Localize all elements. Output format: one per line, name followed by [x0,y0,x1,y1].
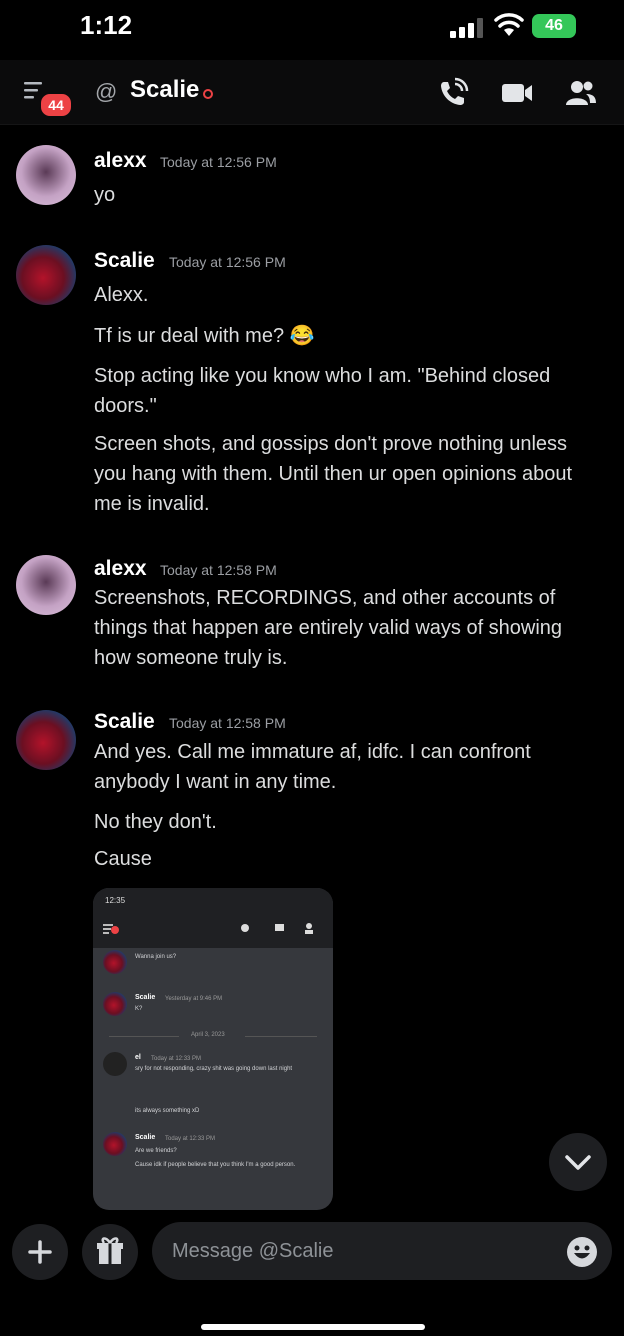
attachment-timestamp: Yesterday at 9:46 PM [165,996,223,1002]
attachment-username: Scalie [135,1134,156,1141]
attachment-text: Wanna join us? [135,954,177,960]
timestamp: Today at 12:58 PM [169,715,286,731]
attachment-text: its always something xD [135,1108,200,1114]
avatar[interactable] [16,555,76,615]
members-icon[interactable] [564,76,598,110]
attachment-date-divider: April 3, 2023 [191,1032,225,1038]
message-text: yo [94,184,116,206]
username[interactable]: alexx [94,557,147,581]
message-text: Stop acting like you know who I am. "Beh… [94,365,551,417]
dm-header: 44 @ Scalie [0,60,624,125]
gift-button[interactable] [82,1224,138,1280]
message-input[interactable] [152,1222,612,1280]
status-time: 1:12 [80,10,133,40]
attachment-divider [245,1036,317,1037]
avatar[interactable] [16,145,76,205]
attachment-username: Scalie [135,994,156,1001]
attachment-avatar [103,1052,127,1076]
attachment-text: K? [135,1006,143,1012]
timestamp: Today at 12:58 PM [160,562,277,578]
wifi-icon [494,13,524,36]
emoji-icon[interactable] [566,1236,598,1268]
video-call-icon[interactable] [500,76,534,110]
status-bar: 1:12 46 [0,0,624,56]
attachment-timestamp: Today at 12:33 PM [165,1136,216,1142]
attachment-text: Cause idk if people believe that you thi… [135,1162,296,1168]
username[interactable]: alexx [94,149,147,173]
channel-title[interactable]: Scalie [130,76,199,104]
battery-level: 46 [545,17,563,34]
image-attachment[interactable]: 12:35 Wanna join us? Scalie Yesterday at… [93,888,333,1210]
message-composer [0,1216,624,1288]
message-text: Alexx. [94,284,149,306]
attachment-timestamp: Today at 12:33 PM [151,1056,202,1062]
menu-button[interactable]: 44 [24,78,73,118]
dnd-status-icon [203,89,213,99]
message-text: And yes. Call me immature af, idfc. I ca… [94,741,531,793]
timestamp: Today at 12:56 PM [160,154,277,170]
attachment-avatar [103,1132,127,1156]
cellular-signal-icon [450,18,483,38]
attachment-avatar [103,992,127,1016]
avatar[interactable] [16,245,76,305]
unread-badge: 44 [39,92,73,118]
attachment-header: 12:35 [93,888,333,948]
avatar[interactable] [16,710,76,770]
message-text: Cause [94,848,152,870]
gift-icon [97,1237,123,1264]
attachment-username: el [135,1054,141,1061]
message-text: No they don't. [94,811,217,833]
attachment-text: sry for not responding, crazy shit was g… [135,1066,293,1072]
message-text: Screenshots, RECORDINGS, and other accou… [94,587,563,669]
chevron-down-icon [565,1155,591,1170]
plus-icon [28,1240,52,1264]
voice-call-icon[interactable] [436,76,470,110]
at-icon: @ [95,79,118,104]
attachment-divider [109,1036,179,1037]
message-text: Tf is ur deal with me? 😂 [94,325,315,347]
attachment-text: Are we friends? [135,1148,177,1154]
home-indicator[interactable] [201,1324,425,1330]
battery-indicator: 46 [532,14,576,38]
username[interactable]: Scalie [94,249,155,273]
attachment-toolbar-icons [103,923,313,934]
timestamp: Today at 12:56 PM [169,254,286,270]
username[interactable]: Scalie [94,710,155,734]
attachment-avatar [103,950,127,974]
message-text: Screen shots, and gossips don't prove no… [94,433,573,515]
jump-to-bottom-button[interactable] [549,1133,607,1191]
add-attachment-button[interactable] [12,1224,68,1280]
